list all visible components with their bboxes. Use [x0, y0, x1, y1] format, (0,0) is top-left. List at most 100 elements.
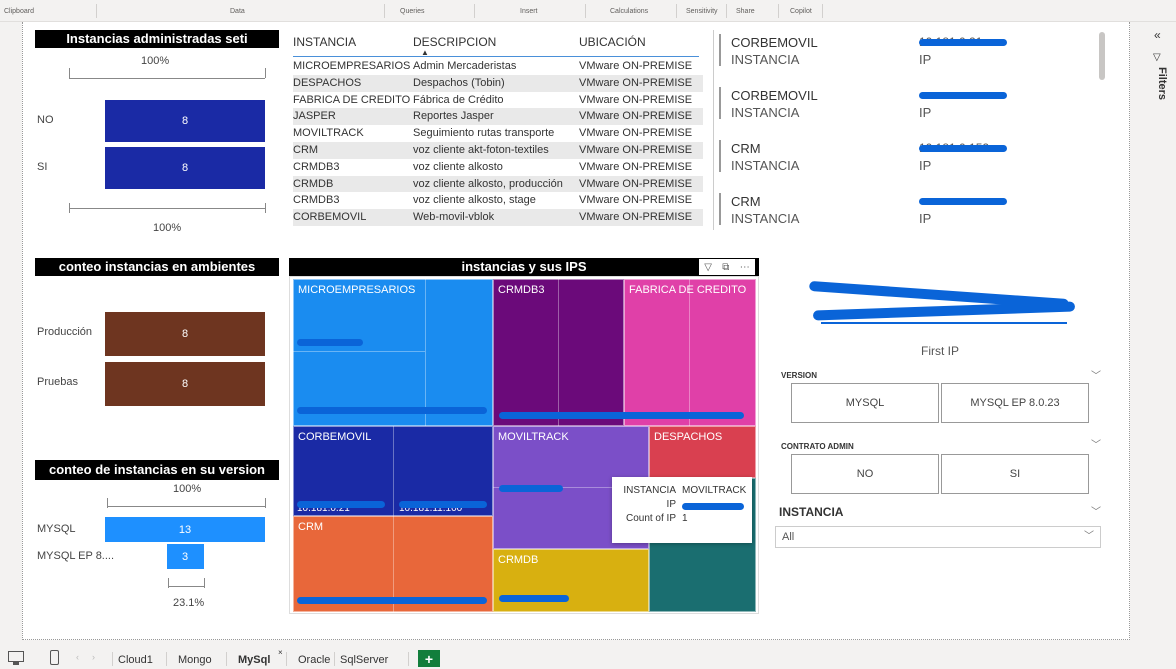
ip-card[interactable]: CRMINSTANCIA10.181.0.152IP	[713, 136, 1103, 186]
visual1-row-label: NO	[37, 114, 54, 126]
tooltip-value: MOVILTRACK	[682, 485, 747, 496]
ip-cards-list[interactable]: CORBEMOVILINSTANCIA10.181.0.21IPCORBEMOV…	[713, 30, 1113, 240]
slicer-contrato-option-si[interactable]: SI	[941, 454, 1089, 494]
table-row[interactable]: CORBEMOVIL Web-movil-vblok VMware ON-PREMI…	[293, 209, 703, 226]
slicer-version-option-mysql-ep[interactable]: MYSQL EP 8.0.23	[941, 383, 1089, 423]
redaction-mark	[919, 39, 1007, 46]
ip-card[interactable]: CORBEMOVIL INSTANCIA IP	[713, 83, 1103, 133]
table-row[interactable]: CRMDB3 voz cliente alkosto, stage VMware O…	[293, 192, 703, 210]
card-ip-label: IP	[919, 158, 932, 173]
card-instance-label: INSTANCIA	[731, 105, 800, 120]
ribbon-separator	[585, 4, 586, 18]
redaction-mark	[812, 301, 1076, 321]
slicer-version-option-mysql[interactable]: MYSQL	[791, 383, 939, 423]
desktop-view-icon[interactable]	[8, 651, 24, 662]
visual2-bar[interactable]: 8	[105, 362, 265, 406]
ribbon-group-insert[interactable]: Insert	[520, 8, 538, 15]
page-tab[interactable]: Mongo	[178, 651, 212, 669]
chevron-down-icon[interactable]: ﹀	[1091, 503, 1101, 518]
tab-separator	[226, 652, 227, 666]
ribbon-group-sensitivity[interactable]: Sensitivity	[686, 8, 718, 15]
page-tab[interactable]: MySql	[238, 651, 270, 669]
visual1-bar[interactable]: 8	[105, 147, 265, 189]
card-instance-name: CORBEMOVIL	[731, 35, 818, 50]
table-row[interactable]: FABRICA DE CREDITO Fábrica de Crédito VMwa…	[293, 91, 703, 109]
page-tab[interactable]: Oracle	[298, 651, 330, 669]
card-instance-label: INSTANCIA	[731, 158, 800, 173]
treemap-cell-label: MICROEMPRESARIOS	[298, 284, 416, 296]
ribbon-group-queries[interactable]: Queries	[400, 8, 425, 15]
chevron-down-icon[interactable]: ﹀	[1084, 527, 1094, 547]
treemap-subdivision	[425, 279, 426, 426]
page-tab[interactable]: SqlServer	[340, 651, 388, 669]
treemap-cell-label: CRM	[298, 521, 324, 533]
tab-separator	[286, 652, 287, 666]
treemap-cell[interactable]: CRMDB	[493, 549, 649, 612]
visual3-bar[interactable]: 3	[166, 544, 204, 569]
ip-card[interactable]: CRM INSTANCIA IP	[713, 189, 1103, 239]
ribbon-group-clipboard[interactable]: Clipboard	[4, 8, 34, 15]
table-row[interactable]: MOVILTRACK Seguimiento rutas transporte VM…	[293, 125, 703, 142]
visual3-title: conteo de instancias en su version	[35, 460, 279, 480]
instances-table[interactable]: INSTANCIA DESCRIPCION ▲ UBICACIÓN MICROE…	[293, 32, 713, 232]
slicer-contrato-option-no[interactable]: NO	[791, 454, 939, 494]
page-tab[interactable]: Cloud1	[118, 651, 153, 669]
table-row[interactable]: CRM voz cliente akt-foton-textiles VMware …	[293, 142, 703, 159]
redaction-mark	[399, 501, 487, 508]
add-page-button[interactable]: +	[418, 650, 440, 667]
table-row[interactable]: CRMDB3 voz cliente alkosto VMware ON-PREMI…	[293, 158, 703, 176]
visual1-bar[interactable]: 8	[105, 100, 265, 142]
ribbon-group-calculations[interactable]: Calculations	[610, 8, 648, 15]
ribbon-group-data[interactable]: Data	[230, 8, 245, 15]
treemap-subdivision	[558, 279, 559, 426]
ribbon-separator	[778, 4, 779, 18]
cell-instancia: CRMDB3	[293, 160, 340, 173]
page-tabs-bar: ‹ › Cloud1 Mongo MySql × Oracle SqlServer +	[0, 648, 1176, 669]
funnel-connector	[168, 586, 204, 587]
col-header-descripcion[interactable]: DESCRIPCION	[413, 35, 496, 49]
previous-page-icon[interactable]: ‹	[76, 652, 79, 662]
visual3-bar[interactable]: 13	[105, 517, 265, 542]
chevron-down-icon[interactable]: ﹀	[1091, 367, 1101, 382]
funnel-tick	[265, 68, 266, 78]
col-header-instancia[interactable]: INSTANCIA	[293, 35, 356, 49]
filter-funnel-icon[interactable]: ▽	[1153, 52, 1161, 63]
focus-mode-icon[interactable]: ⧉	[722, 262, 729, 273]
table-row[interactable]: JASPER Reportes Jasper VMware ON-PREMISE	[293, 108, 703, 126]
filter-icon[interactable]: ▽	[704, 262, 712, 273]
table-row[interactable]: MICROEMPRESARIOS Admin Mercaderistas VMwar…	[293, 58, 703, 75]
table-row[interactable]: CRMDB voz cliente alkosto, producción VMwa…	[293, 175, 703, 193]
cell-ubicacion: VMware ON-PREMISE	[579, 110, 693, 123]
cell-ubicacion: VMware ON-PREMISE	[579, 211, 693, 224]
filters-label[interactable]: Filters	[1156, 67, 1168, 100]
table-row[interactable]: DESPACHOS Despachos (Tobin) VMware ON-PREM…	[293, 74, 703, 92]
funnel-tick	[107, 498, 108, 508]
cell-descripcion: Reportes Jasper	[413, 110, 494, 123]
header-underline	[293, 56, 699, 57]
visual3-row-label: MYSQL	[37, 523, 76, 535]
col-header-ubicacion[interactable]: UBICACIÓN	[579, 35, 646, 49]
funnel-connector	[69, 208, 265, 209]
treemap-cell-label: MOVILTRACK	[498, 431, 569, 443]
cell-ubicacion: VMware ON-PREMISE	[579, 160, 693, 173]
treemap-cell[interactable]: MICROEMPRESARIOS	[293, 279, 493, 426]
redaction-mark	[499, 595, 569, 602]
cell-ubicacion: VMware ON-PREMISE	[579, 93, 693, 106]
next-page-icon[interactable]: ›	[92, 652, 95, 662]
collapse-chevrons-icon[interactable]: «	[1154, 28, 1161, 42]
ip-card[interactable]: CORBEMOVILINSTANCIA10.181.0.21IP	[713, 30, 1103, 80]
treemap[interactable]: MICROEMPRESARIOS CRMDB3 FABRICA DE CREDITO…	[289, 276, 759, 614]
ribbon-group-share[interactable]: Share	[736, 8, 755, 15]
treemap-cell[interactable]: DESPACHOS	[649, 426, 756, 478]
treemap-cell[interactable]: FABRICA DE CREDITO	[624, 279, 756, 426]
close-tab-icon[interactable]: ×	[278, 648, 283, 657]
redaction-mark	[297, 339, 363, 346]
report-canvas: Instancias administradas seti 100% 100% …	[22, 22, 1130, 640]
chevron-down-icon[interactable]: ﹀	[1091, 436, 1101, 451]
ribbon-group-copilot[interactable]: Copilot	[790, 8, 812, 15]
slicer-instancia-dropdown[interactable]: All ﹀	[775, 526, 1101, 548]
mobile-view-icon[interactable]	[50, 650, 59, 665]
visual2-bar[interactable]: 8	[105, 312, 265, 356]
cards-scrollbar[interactable]	[1099, 32, 1105, 80]
more-options-icon[interactable]: ⋯	[740, 262, 750, 273]
